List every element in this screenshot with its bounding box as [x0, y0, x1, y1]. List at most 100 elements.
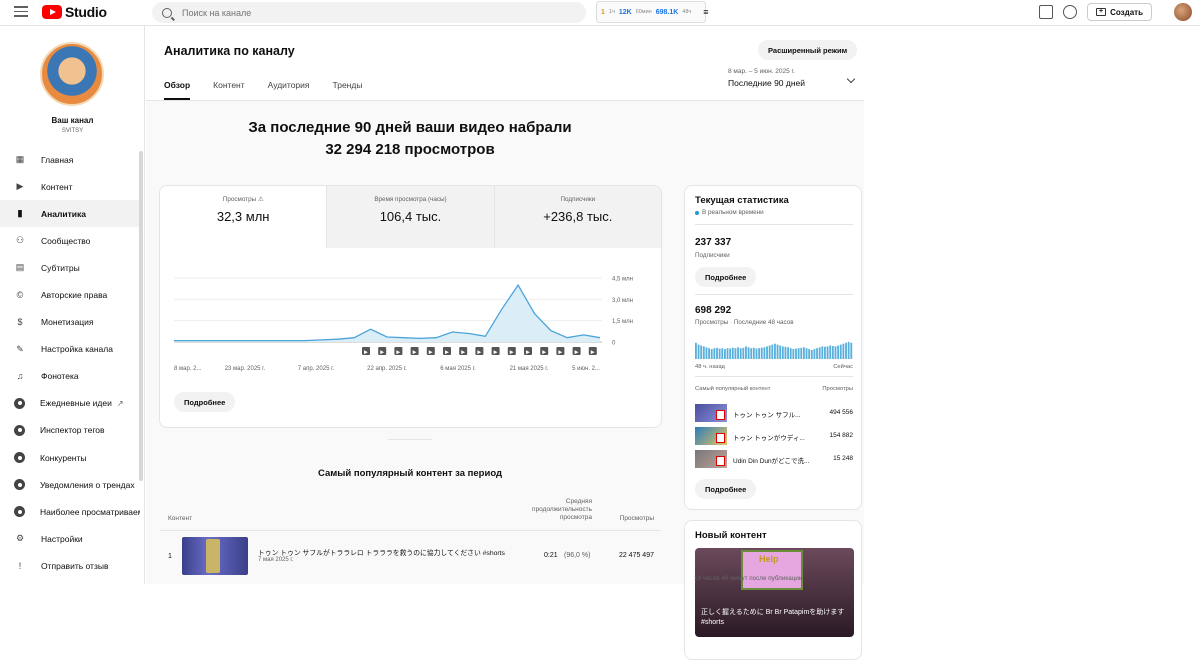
- search-input[interactable]: [182, 7, 562, 18]
- channel-avatar[interactable]: [40, 42, 104, 106]
- sidebar-item-label: Монетизация: [41, 317, 94, 328]
- tab-audience[interactable]: Аудитория: [268, 74, 310, 100]
- menu-icon[interactable]: [14, 6, 28, 17]
- realtime-bar: [771, 344, 774, 359]
- sidebar-item-5[interactable]: © Авторские права: [0, 281, 140, 308]
- community-icon: ⚇: [15, 235, 25, 246]
- sidebar-item-15[interactable]: ! Отправить отзыв: [0, 552, 140, 579]
- list-item[interactable]: トゥン トゥンがウディ... 154 882: [695, 427, 853, 445]
- ext-icon: [14, 424, 25, 436]
- ext-value-b: 12K: [618, 8, 632, 16]
- realtime-bar: [745, 346, 747, 359]
- new-content-card: Новый контент Help 正しく握えるために Br Br Patap…: [684, 520, 862, 660]
- account-avatar[interactable]: [1174, 3, 1192, 21]
- upload-marker-glyph: ▶: [429, 350, 433, 356]
- metric-watch-time-label: Время просмотра (часы): [374, 196, 447, 203]
- realtime-bar: [787, 347, 790, 359]
- chevron-down-icon: [846, 74, 856, 84]
- metric-views[interactable]: Просмотры ⚠ 32,3 млн: [160, 186, 327, 248]
- upload-marker-glyph: ▶: [477, 350, 481, 356]
- realtime-bar: [774, 343, 776, 359]
- sidebar: Ваш канал SVITSY ▦ Главная ▶ Контент ▮ Аналит…: [0, 26, 145, 584]
- youtube-logo-icon: [42, 5, 62, 19]
- new-content-caption: 正しく握えるために Br Br Patapimを助けます #shorts: [701, 609, 845, 626]
- list-item[interactable]: トゥン トゥン サフル... 494 556: [695, 404, 853, 422]
- chart-y-tick: 0: [612, 341, 616, 347]
- search-box[interactable]: [152, 2, 586, 23]
- sidebar-item-2[interactable]: ▮ Аналитика: [0, 200, 140, 228]
- list-item[interactable]: Udin Din Dunがどこで洗... 15 248: [695, 450, 853, 468]
- views-chart[interactable]: 4,5 млн 3,0 млн 1,5 млн 0 ▶ ▶ ▶ ▶ ▶ ▶ ▶ ▶ ▶ ▶ ▶ ▶ ▶ ▶ ▶ 8 м…: [160, 248, 661, 388]
- sidebar-item-10[interactable]: Инспектор тегов: [0, 417, 140, 444]
- rt-axis-left: 48 ч. назад: [695, 364, 725, 370]
- sidebar-item-13[interactable]: Наиболее просматриваемые: [0, 498, 140, 525]
- settings-icon: ⚙: [15, 533, 25, 544]
- sidebar-item-7[interactable]: ✎ Настройка канала: [0, 336, 140, 363]
- realtime-bar: [723, 349, 726, 359]
- sidebar-item-label: Ежедневные идеи: [40, 398, 112, 409]
- sidebar-item-label: Контент: [41, 181, 73, 192]
- content-icon: ▶: [16, 181, 24, 192]
- realtime-bar: [810, 350, 813, 359]
- realtime-bar: [831, 346, 834, 359]
- tab-overview[interactable]: Обзор: [164, 74, 191, 100]
- channel-label: Ваш канал: [51, 116, 94, 125]
- ext-menu-icon[interactable]: ≡: [703, 7, 708, 17]
- upload-marker-glyph: ▶: [494, 350, 498, 356]
- subs-more-button[interactable]: Подробнее: [695, 267, 757, 287]
- realtime-bar: [816, 348, 818, 359]
- overview-more-button[interactable]: Подробнее: [174, 392, 236, 412]
- sidebar-item-0[interactable]: ▦ Главная: [0, 146, 140, 173]
- realtime-bar: [721, 348, 724, 359]
- extension-widget[interactable]: 1 1ч 12K 60мин 698.1K 48ч ≡: [596, 1, 709, 23]
- overview-card: Просмотры ⚠ 32,3 млн Время просмотра (ча…: [159, 185, 662, 428]
- sidebar-item-label: Уведомления о трендах: [40, 479, 135, 490]
- sidebar-item-label: Сообщество: [41, 235, 91, 246]
- create-label: Создать: [1110, 7, 1143, 17]
- upload-marker-glyph: ▶: [526, 350, 530, 356]
- realtime-bar: [826, 346, 829, 359]
- metric-watch-time[interactable]: Время просмотра (часы) 106,4 тыс.: [326, 186, 494, 248]
- realtime-bar: [821, 346, 824, 359]
- realtime-bar: [729, 348, 732, 359]
- sidebar-item-4[interactable]: ▤ Субтитры: [0, 254, 140, 281]
- sidebar-item-3[interactable]: ⚇ Сообщество: [0, 227, 140, 254]
- create-button[interactable]: + Создать: [1087, 3, 1152, 21]
- sidebar-item-11[interactable]: Конкуренты: [0, 444, 140, 471]
- item-views: 154 882: [829, 432, 854, 439]
- realtime-bar: [776, 344, 779, 359]
- realtime-bar: [850, 342, 853, 359]
- realtime-bar: [768, 345, 771, 359]
- realtime-bar: [797, 348, 800, 359]
- sidebar-scrollbar[interactable]: [139, 151, 143, 481]
- realtime-bar: [845, 342, 847, 359]
- video-title[interactable]: トゥン トゥン サフルがトララレロ トラララを救うのに協力してください #sho…: [258, 547, 538, 557]
- sidebar-item-6[interactable]: $ Монетизация: [0, 309, 140, 336]
- new-content-time: 18 часов 46 минут после публикации: [694, 575, 803, 582]
- realtime-live-label: В реальном времени: [702, 209, 764, 216]
- new-content-thumbnail[interactable]: Help 正しく握えるために Br Br Patapimを助けます #short…: [695, 548, 854, 637]
- sidebar-item-14[interactable]: ⚙ Настройки: [0, 525, 140, 552]
- realtime-bar: [779, 345, 782, 359]
- table-row[interactable]: 1 トゥン トゥン サフルがトララレロ トラララを救うのに協力してください #s…: [160, 533, 660, 579]
- sidebar-item-8[interactable]: ♫ Фонотека: [0, 363, 140, 390]
- sidebar-item-1[interactable]: ▶ Контент: [0, 173, 140, 200]
- help-icon[interactable]: [1063, 5, 1078, 19]
- sidebar-item-12[interactable]: Уведомления о трендах: [0, 471, 140, 498]
- date-range-picker[interactable]: 8 мар. – 5 июн. 2025 г. Последние 90 дне…: [728, 68, 856, 88]
- realtime-bar-chart[interactable]: [695, 341, 853, 359]
- chart-x-tick: 7 апр. 2025 г.: [298, 366, 335, 372]
- customization-icon: ✎: [16, 343, 24, 354]
- realtime-more-button[interactable]: Подробнее: [695, 479, 757, 499]
- studio-logo[interactable]: Studio: [42, 4, 107, 20]
- row-views: 22 475 497: [618, 552, 654, 559]
- sidebar-item-9[interactable]: Ежедневные идеи ↗: [0, 390, 140, 417]
- advanced-mode-button[interactable]: Расширенный режим: [758, 40, 858, 60]
- metric-subscribers[interactable]: Подписчики +236,8 тыс.: [493, 186, 661, 248]
- sidebar-item-label: Инспектор тегов: [40, 425, 105, 436]
- realtime-bar: [710, 349, 713, 359]
- tab-content[interactable]: Контент: [213, 74, 245, 100]
- tab-trends[interactable]: Тренды: [333, 74, 363, 100]
- video-thumbnail[interactable]: [182, 537, 248, 575]
- messages-icon[interactable]: [1039, 5, 1054, 19]
